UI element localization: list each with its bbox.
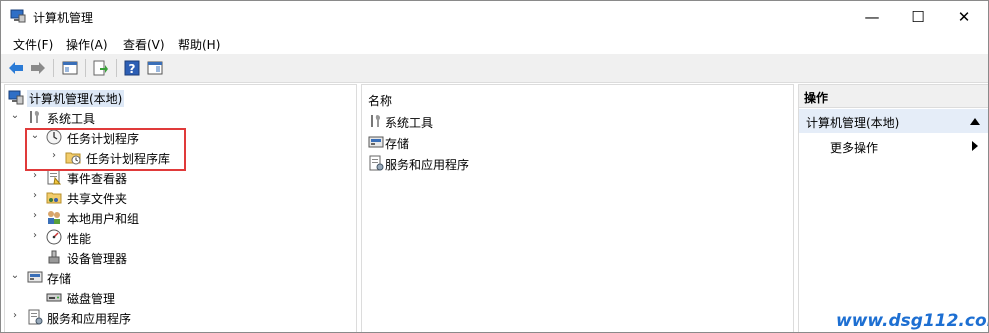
menu-help[interactable]: 帮助(H) xyxy=(178,36,220,53)
forward-arrow-icon[interactable] xyxy=(29,59,47,77)
storage-icon xyxy=(27,271,43,283)
menu-view[interactable]: 查看(V) xyxy=(123,36,165,53)
users-icon xyxy=(48,211,60,224)
chevron-right-icon[interactable]: › xyxy=(30,210,40,222)
tools-icon xyxy=(371,115,381,127)
tree-label-event-viewer: 事件查看器 xyxy=(67,172,128,186)
chevron-right-icon[interactable]: › xyxy=(30,230,40,242)
tree-item-device-manager[interactable]: 设备管理器 xyxy=(5,247,356,267)
toolbar-separator xyxy=(85,59,86,77)
menu-file[interactable]: 文件(F) xyxy=(13,36,53,53)
watermark-text: www.dsg112.com xyxy=(836,311,989,331)
list-label-storage: 存储 xyxy=(385,137,410,151)
tree-label-services-apps: 服务和应用程序 xyxy=(47,312,132,326)
tree-item-services-apps[interactable]: › 服务和应用程序 xyxy=(5,307,356,327)
tree-label-performance: 性能 xyxy=(67,232,92,246)
show-action-pane-icon[interactable] xyxy=(146,59,164,77)
column-header-name[interactable]: 名称 xyxy=(368,92,392,109)
help-icon[interactable]: ? xyxy=(123,59,141,77)
menu-action[interactable]: 操作(A) xyxy=(66,36,108,53)
tools-icon xyxy=(30,111,40,123)
submenu-arrow-icon[interactable] xyxy=(972,141,978,151)
storage-icon xyxy=(368,136,384,148)
more-actions-link[interactable]: 更多操作 xyxy=(830,139,878,156)
title-bar: 计算机管理 — ☐ ✕ xyxy=(1,1,988,32)
services-icon xyxy=(369,155,384,171)
tree-label-storage: 存储 xyxy=(47,272,72,286)
shared-folder-icon xyxy=(46,192,62,204)
toolbar-separator xyxy=(53,59,54,77)
tree-item-system-tools[interactable]: ⌄ 系统工具 xyxy=(5,107,356,127)
console-tree: 计算机管理(本地) ⌄ 系统工具 ⌄ 任务计划程序 › 任务计划程序库 › 事件… xyxy=(4,84,357,332)
chevron-right-icon[interactable]: › xyxy=(10,310,20,322)
window-title: 计算机管理 xyxy=(33,11,94,25)
tree-label-disk-management: 磁盘管理 xyxy=(67,292,116,306)
computer-management-icon xyxy=(8,90,24,105)
toolbar-separator xyxy=(116,59,117,77)
services-icon xyxy=(28,309,43,325)
tree-item-storage[interactable]: ⌄ 存储 xyxy=(5,267,356,287)
tree-item-shared-folders[interactable]: › 共享文件夹 xyxy=(5,187,356,207)
tree-label-root: 计算机管理(本地) xyxy=(27,90,125,107)
tree-item-local-users[interactable]: › 本地用户和组 xyxy=(5,207,356,227)
event-viewer-icon xyxy=(47,169,62,185)
list-label-system-tools: 系统工具 xyxy=(385,116,434,130)
tree-label-local-users: 本地用户和组 xyxy=(67,212,140,226)
maximize-button[interactable]: ☐ xyxy=(895,1,941,32)
tree-item-root[interactable]: 计算机管理(本地) xyxy=(5,87,356,107)
chevron-down-icon[interactable]: ⌄ xyxy=(10,270,20,282)
export-list-icon[interactable] xyxy=(92,59,110,77)
close-button[interactable]: ✕ xyxy=(941,1,987,32)
actions-group-label: 计算机管理(本地) xyxy=(806,116,900,130)
chevron-right-icon[interactable]: › xyxy=(30,170,40,182)
list-label-services-apps: 服务和应用程序 xyxy=(385,158,470,172)
tree-item-performance[interactable]: › 性能 xyxy=(5,227,356,247)
device-manager-icon xyxy=(48,250,60,264)
computer-management-icon xyxy=(10,9,26,23)
tree-label-system-tools: 系统工具 xyxy=(47,112,96,126)
performance-icon xyxy=(46,229,62,245)
tree-item-disk-management[interactable]: 磁盘管理 xyxy=(5,287,356,307)
show-console-tree-icon[interactable] xyxy=(61,59,79,77)
tree-label-device-manager: 设备管理器 xyxy=(67,252,128,266)
menu-bar: 文件(F) 操作(A) 查看(V) 帮助(H) xyxy=(1,32,988,54)
red-highlight-box xyxy=(25,128,186,171)
toolbar: ? xyxy=(1,54,988,83)
disk-icon xyxy=(46,293,62,302)
actions-header: 操作 xyxy=(799,85,988,108)
minimize-button[interactable]: — xyxy=(849,1,895,32)
collapse-up-icon[interactable] xyxy=(970,117,980,125)
chevron-down-icon[interactable]: ⌄ xyxy=(10,110,20,122)
chevron-right-icon[interactable]: › xyxy=(30,190,40,202)
content-list: 名称 系统工具 存储 服务和应用程序 xyxy=(361,84,794,332)
back-arrow-icon[interactable] xyxy=(7,59,25,77)
computer-management-window: 计算机管理 — ☐ ✕ 文件(F) 操作(A) 查看(V) 帮助(H) ? 计算… xyxy=(0,0,989,333)
svg-text:?: ? xyxy=(129,62,136,76)
actions-title: 操作 xyxy=(804,91,829,105)
actions-group-computer-management[interactable]: 计算机管理(本地) xyxy=(799,109,988,133)
tree-label-shared-folders: 共享文件夹 xyxy=(67,192,128,206)
actions-pane: 操作 计算机管理(本地) 更多操作 xyxy=(798,84,988,332)
